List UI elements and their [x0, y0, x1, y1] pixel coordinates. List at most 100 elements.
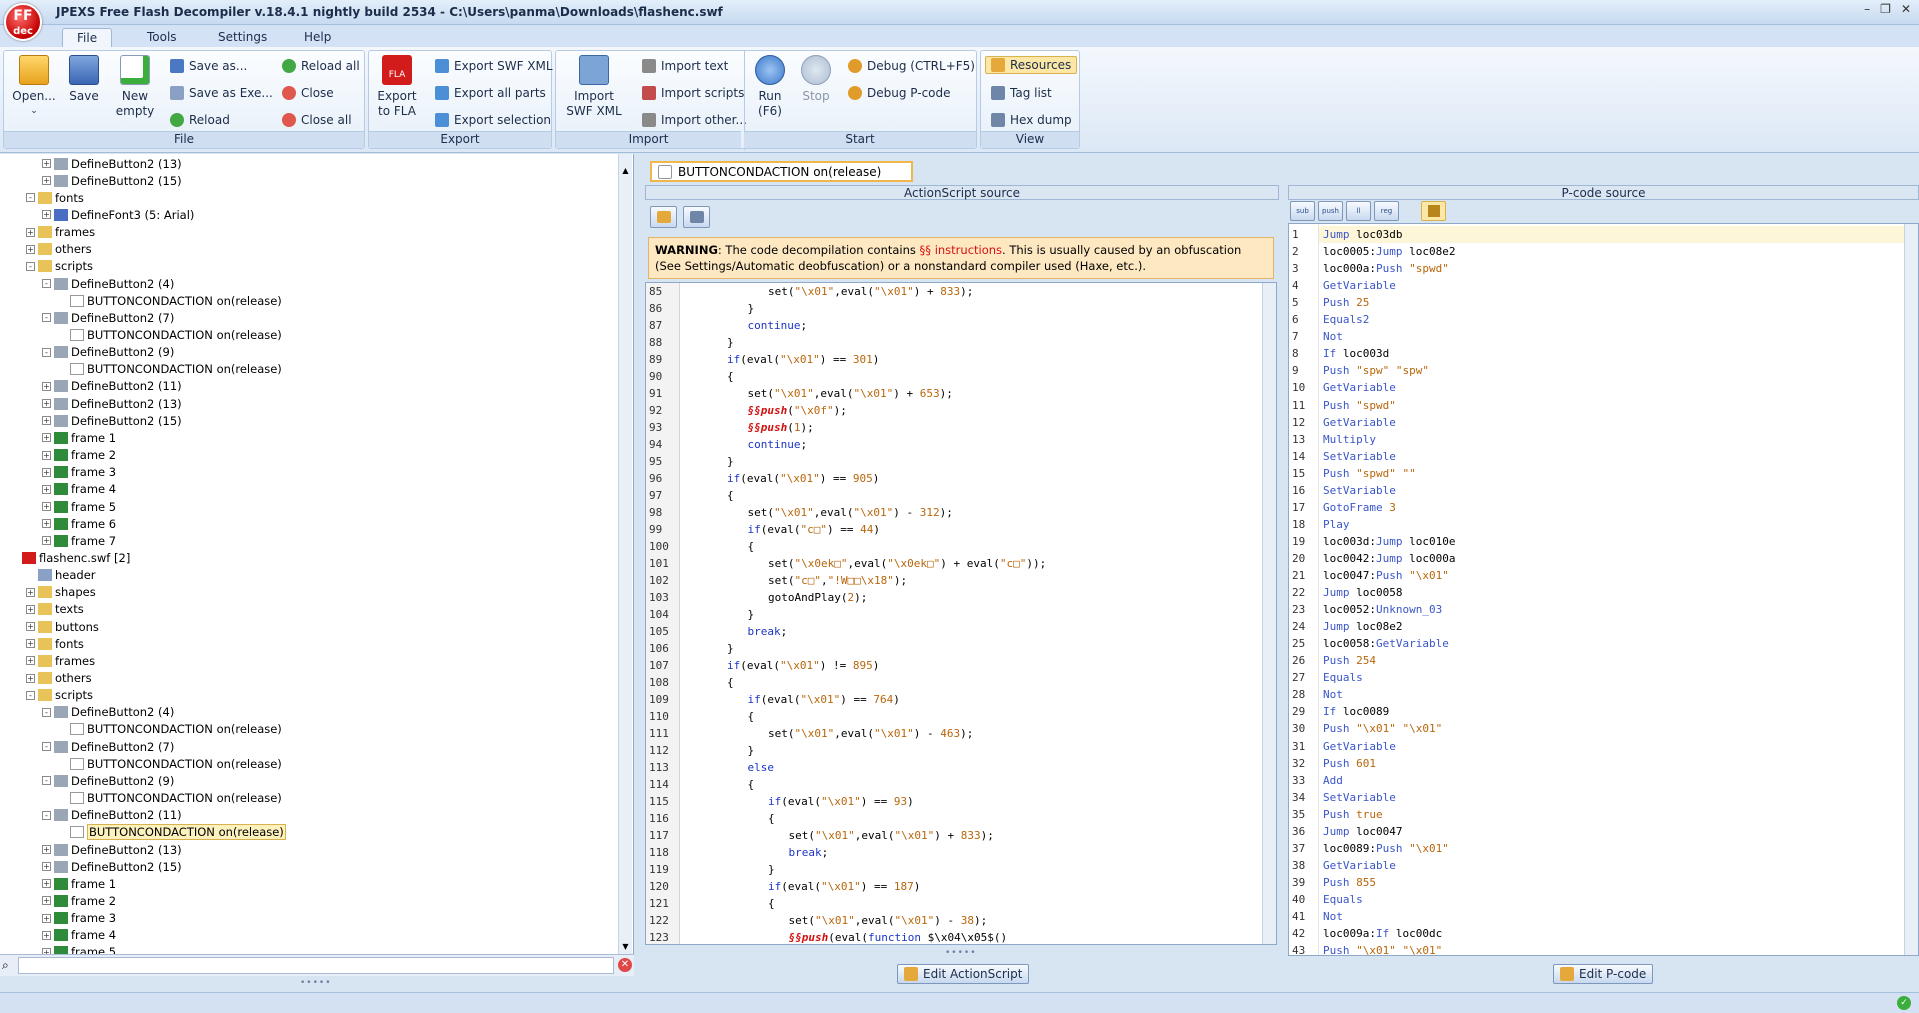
tree-node[interactable]: + DefineButton2 (13): [42, 841, 182, 858]
import-scripts-button[interactable]: Import scripts: [642, 84, 744, 102]
tree-node[interactable]: - DefineButton2 (9): [42, 772, 174, 789]
stop-button[interactable]: Stop: [796, 55, 836, 104]
expand-icon[interactable]: +: [26, 604, 35, 614]
tree-node[interactable]: - DefineButton2 (9): [42, 344, 174, 361]
tree-node[interactable]: + fonts: [26, 635, 84, 652]
hex-dump-button[interactable]: Hex dump: [991, 111, 1072, 129]
expand-icon[interactable]: +: [26, 673, 35, 683]
tree-node[interactable]: + DefineButton2 (15): [42, 172, 182, 189]
tree-node[interactable]: + others: [26, 670, 92, 687]
export-all-parts-button[interactable]: Export all parts: [435, 84, 546, 102]
tree-node[interactable]: BUTTONCONDACTION on(release): [58, 361, 282, 378]
tree-node[interactable]: + shapes: [26, 584, 96, 601]
tree-node[interactable]: + DefineButton2 (15): [42, 858, 182, 875]
export-selection-button[interactable]: Export selection: [435, 111, 551, 129]
tree-node[interactable]: BUTTONCONDACTION on(release): [58, 721, 282, 738]
close-all-button[interactable]: Close all: [282, 111, 352, 129]
binoculars-icon[interactable]: ⌕: [2, 958, 9, 973]
tree-node[interactable]: BUTTONCONDACTION on(release): [58, 755, 282, 772]
collapse-icon[interactable]: -: [42, 279, 51, 289]
edit-pcode-button[interactable]: Edit P-code: [1553, 964, 1654, 984]
settings-button[interactable]: [683, 206, 710, 228]
tree-node[interactable]: + frame 7: [42, 532, 116, 549]
tree-node[interactable]: - DefineButton2 (4): [42, 275, 174, 292]
expand-icon[interactable]: +: [42, 519, 51, 529]
pcode-graph-button[interactable]: [1421, 201, 1446, 221]
expand-icon[interactable]: +: [26, 622, 35, 632]
expand-icon[interactable]: +: [42, 845, 51, 854]
tree-node[interactable]: + frames: [26, 224, 95, 241]
tag-list-button[interactable]: Tag list: [991, 84, 1052, 102]
expand-icon[interactable]: +: [42, 210, 51, 220]
collapse-icon[interactable]: -: [42, 810, 51, 820]
pcode-reg-button[interactable]: reg: [1374, 201, 1399, 221]
tree-node[interactable]: BUTTONCONDACTION on(release): [58, 824, 286, 841]
tree-node[interactable]: - DefineButton2 (4): [42, 704, 174, 721]
tree-node[interactable]: + DefineFont3 (5: Arial): [42, 206, 194, 223]
expand-icon[interactable]: +: [42, 176, 51, 186]
tree-node[interactable]: header: [26, 567, 96, 584]
vertical-splitter[interactable]: [636, 154, 644, 954]
open-button[interactable]: Open... ⌄: [10, 55, 58, 119]
tree-node[interactable]: + texts: [26, 601, 84, 618]
collapse-icon[interactable]: -: [42, 347, 51, 357]
script-tab[interactable]: BUTTONCONDACTION on(release): [650, 161, 913, 182]
tree-node[interactable]: - DefineButton2 (7): [42, 309, 174, 326]
expand-icon[interactable]: +: [42, 484, 51, 494]
expand-icon[interactable]: +: [42, 930, 51, 940]
collapse-icon[interactable]: -: [42, 707, 51, 717]
run-button[interactable]: Run (F6): [750, 55, 790, 119]
reload-all-button[interactable]: Reload all: [282, 57, 360, 75]
pcode-editor[interactable]: 1 Jump loc03db 2 loc0005:Jump loc08e2 3 loc00…: [1288, 223, 1919, 956]
pcode-ll-button[interactable]: ll: [1346, 201, 1371, 221]
expand-icon[interactable]: +: [42, 381, 51, 391]
close-icon[interactable]: ✕: [1901, 2, 1911, 16]
app-logo[interactable]: FF dec: [4, 3, 42, 41]
clear-search-icon[interactable]: ✕: [618, 958, 632, 972]
expand-icon[interactable]: +: [26, 639, 35, 649]
expand-icon[interactable]: +: [42, 433, 51, 443]
expand-icon[interactable]: +: [42, 450, 51, 460]
menu-tab-settings[interactable]: Settings: [204, 28, 281, 47]
debug-button[interactable]: Debug (CTRL+F5): [848, 57, 975, 75]
expand-icon[interactable]: +: [42, 416, 51, 426]
resource-tree[interactable]: + DefineButton2 (13) + DefineButton2 (15) - f…: [0, 154, 634, 959]
close-file-button[interactable]: Close: [282, 84, 334, 102]
export-fla-button[interactable]: FLA Export to FLA: [375, 55, 419, 119]
deobfuscate-button[interactable]: [650, 206, 677, 228]
new-empty-button[interactable]: New empty: [112, 55, 158, 119]
restore-icon[interactable]: ❐: [1880, 2, 1891, 16]
tree-node[interactable]: - scripts: [26, 258, 93, 275]
tree-node[interactable]: + frame 4: [42, 927, 116, 944]
as-scrollbar[interactable]: [1262, 283, 1276, 944]
actionscript-editor[interactable]: 85 set("\x01",eval("\x01") + 833); 86} 87 co…: [645, 282, 1277, 945]
expand-icon[interactable]: +: [42, 399, 51, 409]
tree-node[interactable]: flashenc.swf [2]: [10, 549, 130, 566]
expand-icon[interactable]: +: [26, 656, 35, 666]
tree-search-input[interactable]: [18, 957, 614, 974]
expand-icon[interactable]: +: [42, 536, 51, 546]
collapse-icon[interactable]: -: [26, 193, 35, 203]
scroll-down-icon[interactable]: ▼: [620, 942, 631, 952]
tree-node[interactable]: + frame 4: [42, 481, 116, 498]
tree-node[interactable]: + others: [26, 241, 92, 258]
expand-icon[interactable]: +: [42, 879, 51, 889]
tree-node[interactable]: - DefineButton2 (11): [42, 807, 182, 824]
tree-node[interactable]: + frame 3: [42, 464, 116, 481]
pcode-scrollbar[interactable]: [1904, 224, 1918, 955]
save-as-button[interactable]: Save as...: [170, 57, 247, 75]
expand-icon[interactable]: +: [42, 467, 51, 477]
tree-node[interactable]: + frame 2: [42, 447, 116, 464]
expand-icon[interactable]: +: [42, 502, 51, 511]
import-text-button[interactable]: Import text: [642, 57, 728, 75]
minimize-icon[interactable]: –: [1864, 2, 1870, 16]
menu-tab-help[interactable]: Help: [290, 28, 345, 47]
menu-tab-tools[interactable]: Tools: [133, 28, 191, 47]
tree-node[interactable]: + DefineButton2 (15): [42, 412, 182, 429]
save-as-exe-button[interactable]: Save as Exe...: [170, 84, 273, 102]
expand-icon[interactable]: +: [42, 159, 51, 168]
expand-icon[interactable]: +: [26, 244, 35, 254]
expand-icon[interactable]: +: [42, 862, 51, 872]
splitter-handle-icon[interactable]: •••••: [300, 978, 332, 988]
tree-node[interactable]: - fonts: [26, 189, 84, 206]
